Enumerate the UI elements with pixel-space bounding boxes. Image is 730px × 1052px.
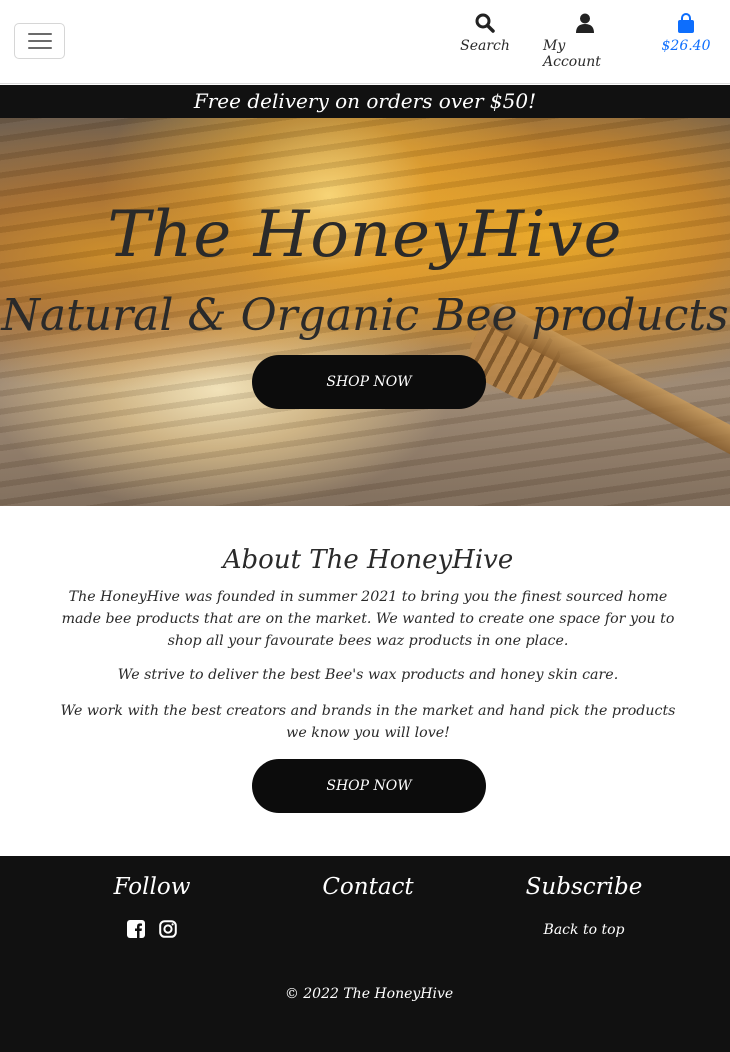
menu-bar-icon — [27, 40, 52, 42]
about-shop-now-button[interactable]: SHOP NOW — [252, 759, 486, 813]
back-to-top-link[interactable]: Back to top — [494, 922, 674, 938]
menu-bar-icon — [27, 47, 52, 49]
about-paragraph: We work with the best creators and brand… — [60, 703, 676, 741]
my-account-label: My Account — [543, 38, 601, 70]
social-links — [127, 920, 177, 938]
search-label: Search — [460, 38, 510, 54]
hero-section: The HoneyHive Natural & Organic Bee prod… — [0, 118, 730, 506]
cart-link[interactable]: $26.40 — [655, 12, 717, 54]
menu-bar-icon — [27, 33, 52, 35]
site-header: Search My Account $26.40 — [0, 0, 730, 84]
search-link[interactable]: Search — [458, 12, 512, 54]
footer-contact-heading: Contact — [322, 874, 414, 900]
instagram-icon[interactable] — [159, 920, 177, 938]
about-title: About The HoneyHive — [222, 545, 514, 575]
search-icon — [475, 12, 495, 34]
cart-total: $26.40 — [661, 38, 711, 54]
about-paragraph: The HoneyHive was founded in summer 2021… — [61, 589, 675, 649]
footer-follow-heading: Follow — [113, 874, 191, 900]
free-delivery-banner: Free delivery on orders over $50! — [0, 85, 730, 118]
banner-text: Free delivery on orders over $50! — [193, 89, 537, 113]
user-icon — [576, 12, 594, 34]
hero-title: The HoneyHive — [107, 198, 623, 272]
hero-shop-now-button[interactable]: SHOP NOW — [252, 355, 486, 409]
site-footer: Follow Contact Subscribe Back to top © 2… — [0, 856, 730, 1052]
facebook-icon[interactable] — [127, 920, 145, 938]
footer-subscribe-heading: Subscribe — [525, 874, 643, 900]
hero-subtitle: Natural & Organic Bee products — [1, 290, 729, 341]
about-paragraph: We strive to deliver the best Bee's wax … — [117, 667, 619, 683]
shopping-bag-icon — [677, 12, 695, 34]
my-account-link[interactable]: My Account — [543, 12, 627, 70]
navbar-toggler-button[interactable] — [14, 23, 65, 59]
copyright-text: © 2022 The HoneyHive — [284, 986, 454, 1002]
